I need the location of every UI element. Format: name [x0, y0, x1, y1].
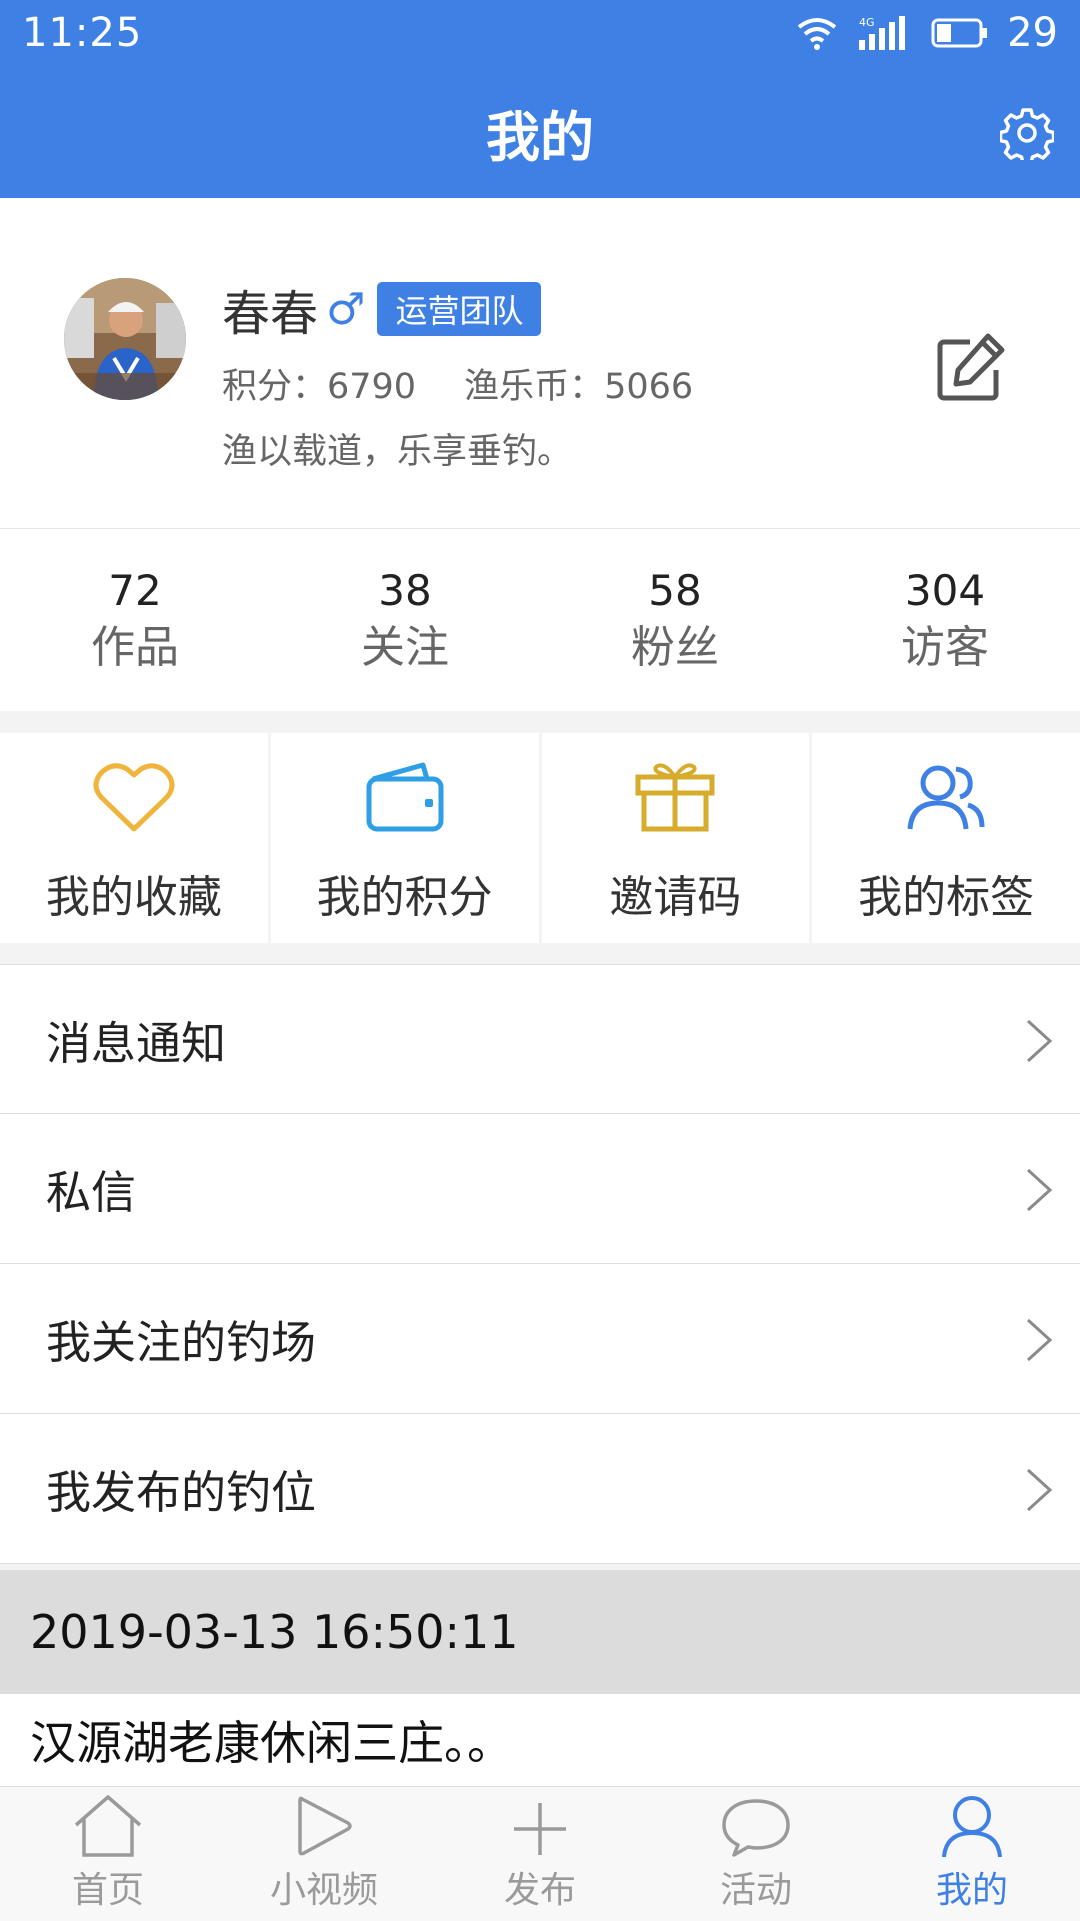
- stats-row: 72 作品 38 关注 58 粉丝 304 访客: [0, 529, 1080, 711]
- gift-icon: [635, 763, 715, 832]
- tab-label: 我的: [935, 1870, 1008, 1911]
- feed-date: 2019-03-13 16:50:11: [30, 1605, 519, 1659]
- status-bar: 11:25 4G 29: [0, 0, 1080, 66]
- tab-label: 小视频: [269, 1870, 378, 1911]
- page-title: 我的: [486, 105, 594, 169]
- gender-male-icon: ♂: [326, 283, 366, 335]
- feed-title: 汉源湖老康休闲三庄。。: [30, 1716, 513, 1770]
- tab-label: 首页: [71, 1870, 144, 1911]
- menu-item-followed-spots[interactable]: 我关注的钓场: [0, 1264, 1080, 1414]
- chevron-right-icon: [1026, 1168, 1053, 1212]
- quick-label: 我的收藏: [45, 872, 222, 923]
- profile-name-row: 春春 ♂ 运营团队: [222, 274, 542, 344]
- profile-stats: 积分：6790 渔乐币：5066: [222, 358, 693, 409]
- tab-short-video[interactable]: 小视频: [216, 1787, 432, 1921]
- stat-value: 304: [904, 566, 986, 616]
- users-icon: [907, 765, 985, 830]
- stat-visitors[interactable]: 304 访客: [810, 529, 1080, 711]
- coins-text: 渔乐币：5066: [464, 367, 694, 407]
- points-text: 积分：6790: [222, 367, 417, 407]
- stat-label: 粉丝: [631, 621, 719, 673]
- my-tags-button[interactable]: 我的标签: [812, 733, 1080, 943]
- menu-label: 私信: [46, 1166, 137, 1219]
- stat-value: 72: [108, 566, 162, 616]
- stat-fans[interactable]: 58 粉丝: [540, 529, 810, 711]
- tab-activity[interactable]: 活动: [648, 1787, 864, 1921]
- avatar[interactable]: [64, 278, 186, 400]
- tab-home[interactable]: 首页: [0, 1787, 216, 1921]
- tab-label: 发布: [503, 1870, 576, 1911]
- feed-item[interactable]: 汉源湖老康休闲三庄。。: [0, 1694, 1080, 1786]
- username: 春春: [222, 286, 319, 342]
- stat-label: 关注: [361, 621, 449, 673]
- play-icon: [298, 1796, 352, 1856]
- points-button[interactable]: 我的积分: [270, 733, 539, 943]
- invite-code-button[interactable]: 邀请码: [541, 733, 810, 943]
- stat-value: 58: [648, 566, 702, 616]
- menu-item-my-fishing-spots[interactable]: 我发布的钓位: [0, 1414, 1080, 1564]
- tab-mine[interactable]: 我的: [864, 1787, 1080, 1921]
- menu-label: 我关注的钓场: [46, 1316, 317, 1369]
- quick-label: 邀请码: [609, 872, 742, 923]
- settings-gear-icon[interactable]: [1000, 106, 1054, 160]
- menu-label: 我发布的钓位: [46, 1466, 317, 1519]
- status-icons: 4G 29: [795, 10, 1058, 56]
- chevron-right-icon: [1026, 1318, 1053, 1362]
- stat-value: 38: [378, 566, 432, 616]
- edit-profile-icon[interactable]: [930, 328, 1010, 408]
- svg-text:4G: 4G: [859, 16, 875, 29]
- tab-publish[interactable]: 发布: [432, 1787, 648, 1921]
- favorites-button[interactable]: 我的收藏: [0, 733, 268, 943]
- bottom-tab-bar: 首页 小视频 发布 活动 我的: [0, 1786, 1080, 1921]
- quick-label: 我的标签: [858, 872, 1035, 923]
- home-icon: [74, 1795, 142, 1857]
- profile-motto: 渔以载道，乐享垂钓。: [222, 432, 573, 472]
- plus-icon: [514, 1803, 566, 1855]
- profile-card: 春春 ♂ 运营团队 积分：6790 渔乐币：5066 渔以载道，乐享垂钓。: [0, 198, 1080, 529]
- role-badge: 运营团队: [377, 282, 542, 336]
- menu-label: 消息通知: [46, 1016, 227, 1070]
- heart-icon: [93, 763, 175, 832]
- chat-bubble-icon: [722, 1799, 790, 1857]
- battery-icon: [931, 18, 988, 48]
- stat-following[interactable]: 38 关注: [270, 529, 540, 711]
- stat-label: 作品: [91, 621, 179, 673]
- stat-works[interactable]: 72 作品: [0, 529, 270, 711]
- menu-item-private-messages[interactable]: 私信: [0, 1114, 1080, 1264]
- app-header: 我的: [0, 66, 1080, 198]
- chevron-right-icon: [1026, 1019, 1053, 1063]
- wifi-icon: [797, 18, 837, 50]
- person-icon: [942, 1796, 1002, 1858]
- tab-label: 活动: [719, 1870, 792, 1911]
- settings-menu: 消息通知 私信 我关注的钓场 我发布的钓位: [0, 964, 1080, 1564]
- battery-level: 29: [1007, 10, 1058, 56]
- signal-icon: 4G: [859, 16, 906, 50]
- chevron-right-icon: [1026, 1468, 1053, 1512]
- quick-actions: 我的收藏 我的积分 邀请码 我的标签: [0, 733, 1080, 943]
- stat-label: 访客: [901, 621, 989, 673]
- quick-label: 我的积分: [316, 872, 493, 923]
- status-time: 11:25: [22, 10, 143, 56]
- wallet-icon: [366, 762, 444, 832]
- menu-item-notifications[interactable]: 消息通知: [0, 964, 1080, 1114]
- feed-date-header: 2019-03-13 16:50:11: [0, 1570, 1080, 1694]
